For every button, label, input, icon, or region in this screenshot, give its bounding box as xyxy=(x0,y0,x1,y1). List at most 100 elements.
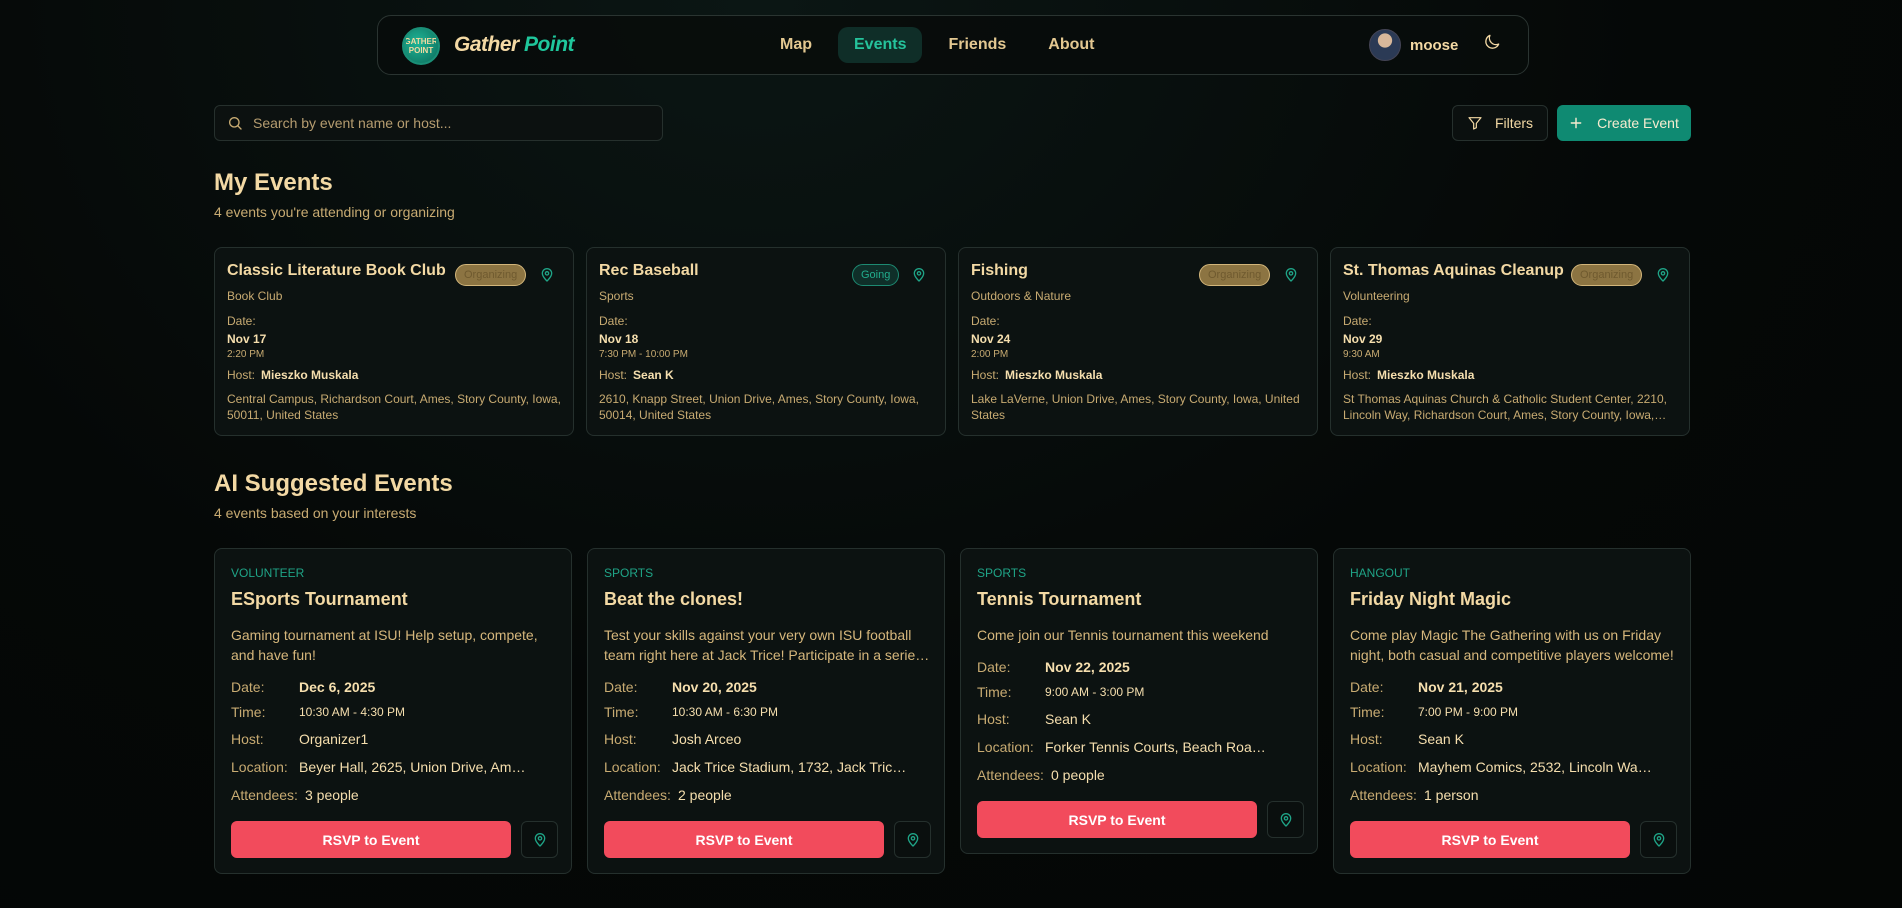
ai-event-category: Hangout xyxy=(1350,566,1410,580)
ai-event-card[interactable]: Sports Beat the clones! Test your skills… xyxy=(587,548,945,874)
date-label: Date: xyxy=(604,679,638,695)
map-pin-icon[interactable] xyxy=(911,267,927,283)
map-pin-icon[interactable] xyxy=(1283,267,1299,283)
map-pin-icon xyxy=(907,832,918,847)
date-row: Date: Nov 22, 2025 xyxy=(977,659,1130,675)
ai-event-category: Sports xyxy=(604,566,654,580)
location-row: Location: Jack Trice Stadium, 1732, Jack … xyxy=(604,759,909,775)
host-row: Host: Mieszko Muskala xyxy=(227,368,358,382)
ai-event-category: Volunteer xyxy=(231,566,305,580)
nav-link-friends[interactable]: Friends xyxy=(932,27,1022,63)
my-event-time: 2:20 PM xyxy=(227,349,265,360)
avatar[interactable] xyxy=(1369,29,1401,61)
search-input[interactable] xyxy=(253,115,643,131)
ai-event-host: Sean K xyxy=(1418,731,1464,747)
plus-icon xyxy=(1570,117,1582,129)
rsvp-button[interactable]: RSVP to Event xyxy=(604,821,884,858)
ai-event-title: ESports Tournament xyxy=(231,589,408,609)
user-menu[interactable]: moose xyxy=(1369,29,1458,61)
my-event-card[interactable]: Rec Baseball Going Sports Date: Nov 18 7… xyxy=(586,247,946,436)
create-event-label: Create Event xyxy=(1597,115,1679,131)
date-label: Date: xyxy=(1343,314,1372,328)
ai-event-card[interactable]: Hangout Friday Night Magic Come play Mag… xyxy=(1333,548,1691,874)
my-event-location: Lake LaVerne, Union Drive, Ames, Story C… xyxy=(971,392,1300,422)
location-row: Location: Mayhem Comics, 2532, Lincoln Wa… xyxy=(1350,759,1654,775)
ai-event-date: Nov 21, 2025 xyxy=(1418,679,1503,695)
time-row: Time: 10:30 AM - 6:30 PM xyxy=(604,704,778,720)
ai-event-attendees: 3 people xyxy=(305,787,359,803)
my-event-card[interactable]: Classic Literature Book Club Organizing … xyxy=(214,247,574,436)
location-label: Location: xyxy=(1350,759,1407,775)
rsvp-button[interactable]: RSVP to Event xyxy=(977,801,1257,838)
ai-event-card[interactable]: Volunteer ESports Tournament Gaming tour… xyxy=(214,548,572,874)
map-pin-icon xyxy=(1653,832,1664,847)
ai-event-title: Tennis Tournament xyxy=(977,589,1142,609)
host-row: Host: Sean K xyxy=(1350,731,1464,747)
time-label: Time: xyxy=(604,704,639,720)
logo-badge[interactable]: GATHER POINT xyxy=(402,27,440,65)
ai-event-time: 7:00 PM - 9:00 PM xyxy=(1418,705,1519,719)
top-nav: GATHER POINT Gather Point Map Events Fri… xyxy=(377,15,1529,75)
attendees-label: Attendees: xyxy=(231,787,298,803)
time-label: Time: xyxy=(977,684,1012,700)
map-pin-icon[interactable] xyxy=(539,267,555,283)
my-event-location: 2610, Knapp Street, Union Drive, Ames, S… xyxy=(599,392,919,422)
nav-link-about[interactable]: About xyxy=(1032,27,1110,63)
my-event-card[interactable]: St. Thomas Aquinas Cleanup Organizing Vo… xyxy=(1330,247,1690,436)
view-on-map-button[interactable] xyxy=(894,821,931,858)
svg-text:GATHER: GATHER xyxy=(406,37,436,46)
date-label: Date: xyxy=(971,314,1000,328)
my-events-subtitle: 4 events you're attending or organizing xyxy=(214,204,455,220)
attendees-row: Attendees: 2 people xyxy=(604,787,732,803)
date-row: Date: Nov 21, 2025 xyxy=(1350,679,1503,695)
logo-icon: GATHER POINT xyxy=(406,37,436,55)
search-icon xyxy=(229,117,242,130)
host-row: Host: Organizer1 xyxy=(231,731,368,747)
rsvp-button[interactable]: RSVP to Event xyxy=(231,821,511,858)
host-label: Host: xyxy=(231,731,264,747)
ai-event-category: Sports xyxy=(977,566,1027,580)
ai-event-description: Come play Magic The Gathering with us on… xyxy=(1350,627,1674,663)
my-event-time: 9:30 AM xyxy=(1343,349,1380,360)
ai-event-date: Nov 20, 2025 xyxy=(672,679,757,695)
ai-events-subtitle: 4 events based on your interests xyxy=(214,505,417,521)
host-row: Host: Sean K xyxy=(977,711,1091,727)
my-event-card[interactable]: Fishing Organizing Outdoors & Nature Dat… xyxy=(958,247,1318,436)
ai-event-time: 10:30 AM - 6:30 PM xyxy=(672,705,779,719)
nav-link-events[interactable]: Events xyxy=(838,27,923,63)
ai-event-card[interactable]: Sports Tennis Tournament Come join our T… xyxy=(960,548,1318,854)
map-pin-icon[interactable] xyxy=(1655,267,1671,283)
ai-event-date: Nov 22, 2025 xyxy=(1045,659,1130,675)
host-row: Host: Josh Arceo xyxy=(604,731,741,747)
my-event-location: St Thomas Aquinas Church & Catholic Stud… xyxy=(1343,392,1667,422)
my-event-time: 2:00 PM xyxy=(971,349,1009,360)
ai-event-date: Dec 6, 2025 xyxy=(299,679,376,695)
map-pin-icon xyxy=(1280,812,1291,827)
date-row: Date: Dec 6, 2025 xyxy=(231,679,375,695)
svg-text:POINT: POINT xyxy=(409,46,434,55)
time-label: Time: xyxy=(231,704,266,720)
moon-icon[interactable] xyxy=(1482,32,1502,52)
filters-button[interactable]: Filters xyxy=(1452,105,1548,141)
host-row: Host: Mieszko Muskala xyxy=(971,368,1102,382)
my-event-host: Mieszko Muskala xyxy=(1005,368,1103,382)
view-on-map-button[interactable] xyxy=(521,821,558,858)
my-event-date: Nov 24 xyxy=(971,332,1011,346)
create-event-button[interactable]: Create Event xyxy=(1557,105,1691,141)
attendees-row: Attendees: 1 person xyxy=(1350,787,1478,803)
view-on-map-button[interactable] xyxy=(1267,801,1304,838)
nav-link-map[interactable]: Map xyxy=(764,27,828,63)
host-row: Host: Sean K xyxy=(599,368,674,382)
location-label: Location: xyxy=(604,759,661,775)
nav-links: Map Events Friends About xyxy=(764,27,1110,63)
host-label: Host: xyxy=(1343,368,1372,382)
my-event-date: Nov 18 xyxy=(599,332,639,346)
view-on-map-button[interactable] xyxy=(1640,821,1677,858)
ai-event-description: Test your skills against your very own I… xyxy=(604,627,923,663)
rsvp-button[interactable]: RSVP to Event xyxy=(1350,821,1630,858)
search-box[interactable] xyxy=(214,105,663,141)
my-event-date: Nov 17 xyxy=(227,332,267,346)
host-row: Host: Mieszko Muskala xyxy=(1343,368,1474,382)
logo-text[interactable]: Gather Point xyxy=(454,33,575,57)
ai-event-description: Gaming tournament at ISU! Help setup, co… xyxy=(231,627,538,663)
